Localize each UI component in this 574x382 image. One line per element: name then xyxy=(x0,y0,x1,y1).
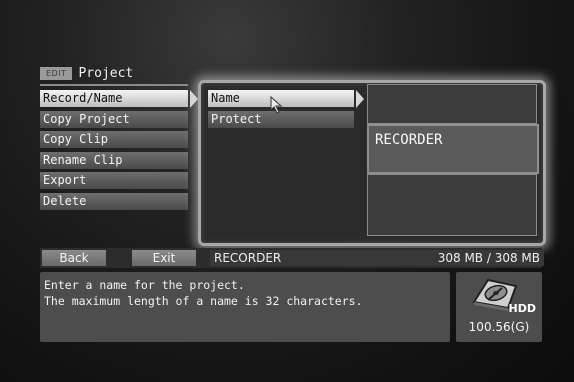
status-bar: RECORDER 308 MB / 308 MB xyxy=(210,250,544,266)
menu-item-copy-project[interactable]: Copy Project xyxy=(40,110,188,128)
header: EDIT Project xyxy=(40,64,133,82)
menu-item-record-name[interactable]: Record/Name xyxy=(40,90,188,107)
menu-item-delete[interactable]: Delete xyxy=(40,192,188,210)
exit-button[interactable]: Exit xyxy=(132,250,196,266)
hdd-status: HDD 100.56(G) xyxy=(456,272,542,342)
preview-box-top xyxy=(367,84,537,124)
pointer-cursor-icon xyxy=(270,96,283,114)
screen: EDIT Project Record/Name Copy Project Co… xyxy=(0,0,574,382)
hdd-size: 100.56(G) xyxy=(468,320,530,334)
message-line-2: The maximum length of a name is 32 chara… xyxy=(44,294,363,308)
back-button[interactable]: Back xyxy=(42,250,106,266)
message-line-1: Enter a name for the project. xyxy=(44,278,245,292)
name-field[interactable]: RECORDER xyxy=(367,124,539,174)
menu-item-rename-clip[interactable]: Rename Clip xyxy=(40,151,188,169)
edit-tag: EDIT xyxy=(40,66,73,80)
preview-box-bottom xyxy=(367,174,537,236)
menu-item-export[interactable]: Export xyxy=(40,172,188,189)
status-recorder-name: RECORDER xyxy=(214,251,282,265)
capacity-readout: 308 MB / 308 MB xyxy=(437,251,540,265)
left-menu: Record/Name Copy Project Copy Clip Renam… xyxy=(40,90,188,213)
name-value: RECORDER xyxy=(375,132,443,148)
menu-item-copy-clip[interactable]: Copy Clip xyxy=(40,131,188,148)
bottom-bar: Back Exit RECORDER 308 MB / 308 MB xyxy=(40,248,544,268)
page-title: Project xyxy=(78,65,134,81)
hdd-label: HDD xyxy=(508,302,536,315)
header-divider xyxy=(40,84,188,86)
selection-arrow-icon xyxy=(190,90,198,108)
submenu-arrow-icon xyxy=(356,90,364,108)
name-preview-column: RECORDER xyxy=(367,84,539,236)
message-box: Enter a name for the project. The maximu… xyxy=(40,272,450,342)
